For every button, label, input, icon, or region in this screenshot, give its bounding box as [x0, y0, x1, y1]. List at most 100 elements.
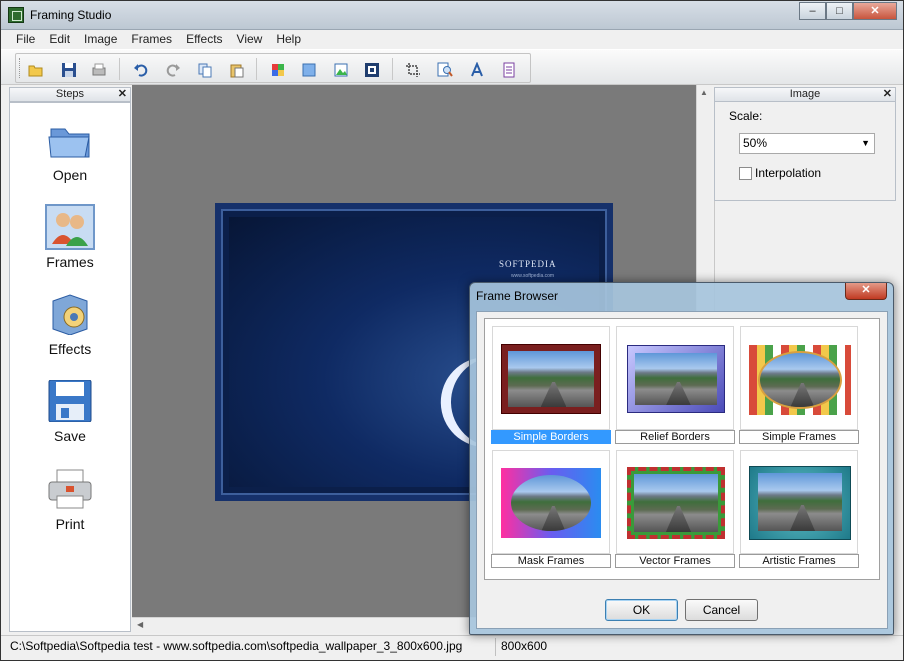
- step-effects[interactable]: Effects: [10, 293, 130, 357]
- image-icon[interactable]: [333, 62, 349, 78]
- menu-view[interactable]: View: [230, 30, 270, 48]
- step-save-label: Save: [54, 428, 86, 444]
- frame-tile-relief-borders[interactable]: Relief Borders: [615, 325, 735, 445]
- select-all-icon[interactable]: [301, 62, 317, 78]
- frame-tile-label: Simple Frames: [739, 430, 859, 444]
- toolbar: [1, 49, 903, 85]
- text-icon[interactable]: [469, 62, 485, 78]
- frame-thumbnail: [616, 450, 734, 554]
- landscape-photo: [758, 473, 842, 531]
- open-icon[interactable]: [28, 62, 44, 78]
- frame-tile-simple-frames[interactable]: Simple Frames: [739, 325, 859, 445]
- step-frames[interactable]: Frames: [10, 204, 130, 270]
- step-save[interactable]: Save: [10, 379, 130, 444]
- image-panel: Scale: 50% ▼ Interpolation: [714, 102, 896, 201]
- landscape-photo: [508, 351, 594, 407]
- frame-tile-label: Simple Borders: [491, 430, 611, 444]
- ok-button[interactable]: OK: [605, 599, 678, 621]
- status-bar: C:\Softpedia\Softpedia test - www.softpe…: [1, 635, 903, 660]
- image-watermark: SOFTPEDIA: [499, 259, 557, 269]
- redo-icon[interactable]: [165, 62, 181, 78]
- minimize-button[interactable]: –: [799, 2, 826, 20]
- step-print-label: Print: [55, 516, 85, 532]
- menu-bar: File Edit Image Frames Effects View Help: [1, 30, 903, 48]
- frame-tile-vector-frames[interactable]: Vector Frames: [615, 449, 735, 569]
- frame-browser-dialog: Frame Browser ✕ Simple Borders Relief Bo…: [469, 282, 894, 635]
- frame-thumbnail: [740, 450, 858, 554]
- menu-edit[interactable]: Edit: [42, 30, 77, 48]
- steps-close-icon[interactable]: ✕: [118, 88, 127, 101]
- toolbar-separator: [119, 58, 120, 80]
- frames-people-icon: [45, 204, 95, 250]
- frame-icon[interactable]: [364, 62, 380, 78]
- printer-icon: [47, 468, 93, 510]
- image-panel-header: Image ✕: [714, 87, 896, 102]
- frame-tile-label: Vector Frames: [615, 554, 735, 568]
- status-file-path: C:\Softpedia\Softpedia test - www.softpe…: [10, 639, 463, 653]
- paste-icon[interactable]: [229, 62, 245, 78]
- frame-tile-artistic-frames[interactable]: Artistic Frames: [739, 449, 859, 569]
- frame-thumbnail: [740, 326, 858, 430]
- image-panel-title: Image: [789, 88, 821, 100]
- window-title: Framing Studio: [30, 8, 112, 22]
- step-open-label: Open: [52, 167, 88, 183]
- image-watermark-url: www.softpedia.com: [511, 273, 555, 279]
- steps-panel-title: Steps: [55, 88, 85, 100]
- toolbar-grip[interactable]: [19, 58, 22, 78]
- step-frames-label: Frames: [46, 254, 94, 270]
- document-icon[interactable]: [501, 62, 517, 78]
- frame-tile-label: Relief Borders: [615, 430, 735, 444]
- step-effects-label: Effects: [48, 341, 92, 357]
- frame-tile-label: Artistic Frames: [739, 554, 859, 568]
- undo-icon[interactable]: [133, 62, 149, 78]
- frame-thumbnail: [492, 450, 610, 554]
- menu-help[interactable]: Help: [269, 30, 308, 48]
- menu-image[interactable]: Image: [77, 30, 124, 48]
- crop-icon[interactable]: [405, 62, 421, 78]
- steps-panel: Open Frames Effects Save Print: [9, 102, 131, 632]
- toolbar-separator: [256, 58, 257, 80]
- frame-tile-label: Mask Frames: [491, 554, 611, 568]
- menu-effects[interactable]: Effects: [179, 30, 229, 48]
- frame-tile-mask-frames[interactable]: Mask Frames: [491, 449, 611, 569]
- scale-label: Scale:: [729, 109, 763, 123]
- copy-icon[interactable]: [197, 62, 213, 78]
- zoom-icon[interactable]: [437, 62, 453, 78]
- scale-select[interactable]: 50% ▼: [739, 133, 875, 154]
- step-open[interactable]: Open: [10, 119, 130, 183]
- dialog-close-button[interactable]: ✕: [845, 283, 887, 300]
- status-dimensions: 800x600: [501, 639, 548, 653]
- image-panel-close-icon[interactable]: ✕: [883, 88, 892, 101]
- frame-thumbnail: [492, 326, 610, 430]
- folder-icon: [47, 119, 93, 161]
- print-icon[interactable]: [91, 62, 107, 78]
- status-separator: [495, 638, 496, 656]
- close-button[interactable]: ✕: [853, 2, 897, 20]
- window-controls: – □ ✕: [799, 2, 897, 20]
- interpolation-label: Interpolation: [755, 166, 822, 180]
- scroll-left-icon[interactable]: ◀: [137, 620, 143, 629]
- scroll-up-icon[interactable]: ▲: [700, 88, 708, 97]
- save-icon[interactable]: [61, 62, 77, 78]
- floppy-disk-icon: [47, 379, 93, 423]
- frame-gallery: Simple Borders Relief Borders Simple Fra…: [484, 318, 880, 580]
- interpolation-checkbox[interactable]: [739, 167, 752, 180]
- menu-frames[interactable]: Frames: [124, 30, 179, 48]
- title-bar: Framing Studio – □ ✕: [1, 1, 903, 30]
- menu-file[interactable]: File: [9, 30, 42, 48]
- color-adjust-icon[interactable]: [270, 62, 286, 78]
- toolbar-separator: [392, 58, 393, 80]
- landscape-photo: [634, 474, 718, 532]
- steps-panel-header: Steps ✕: [9, 87, 131, 102]
- chevron-down-icon[interactable]: ▼: [861, 134, 870, 153]
- landscape-photo: [758, 351, 842, 409]
- toolbar-group: [15, 53, 531, 83]
- step-print[interactable]: Print: [10, 468, 130, 532]
- landscape-photo: [635, 353, 717, 405]
- maximize-button[interactable]: □: [826, 2, 853, 20]
- dialog-title: Frame Browser: [476, 289, 559, 303]
- cancel-button[interactable]: Cancel: [685, 599, 758, 621]
- scale-value: 50%: [743, 136, 768, 150]
- effects-box-icon: [47, 293, 93, 336]
- frame-tile-simple-borders[interactable]: Simple Borders: [491, 325, 611, 445]
